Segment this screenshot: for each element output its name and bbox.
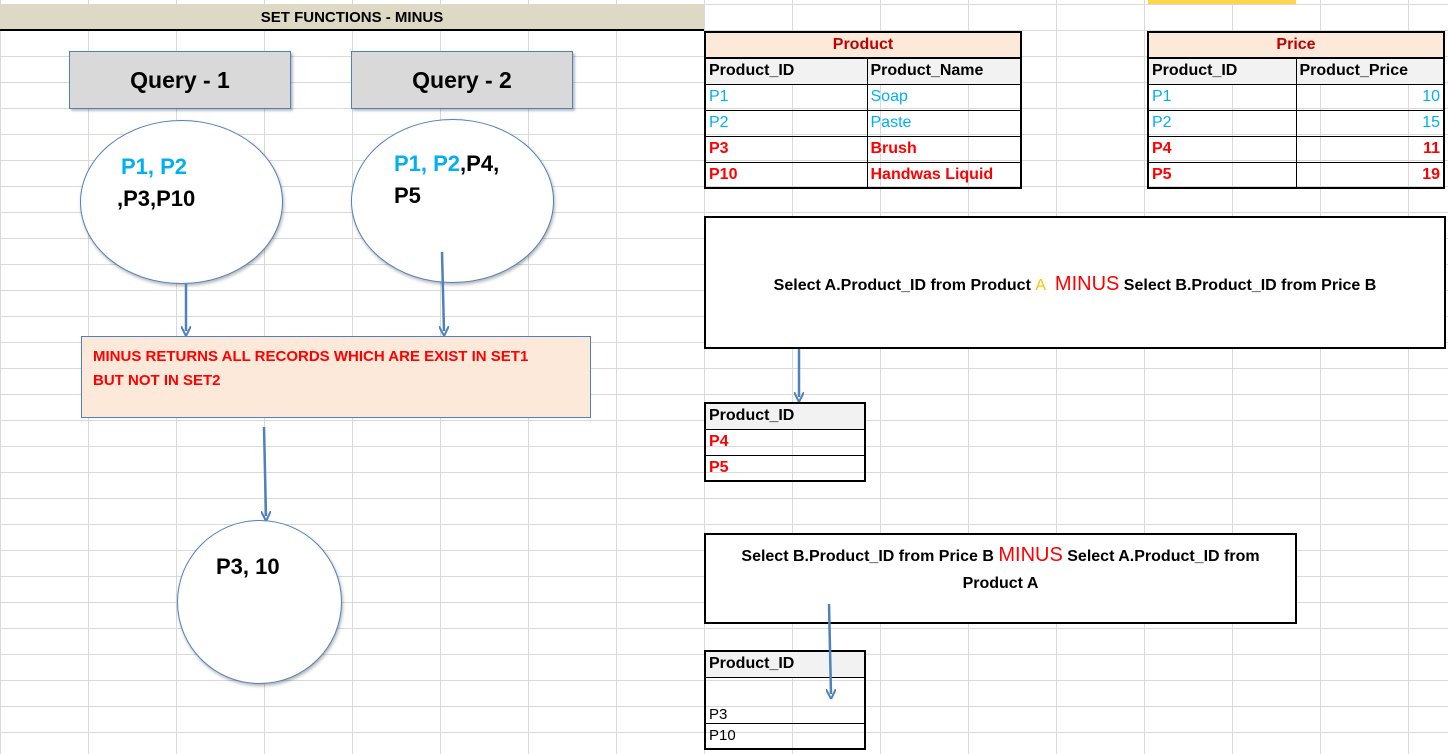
flow-arrows [0, 251, 1448, 754]
arrow-query2-result [829, 603, 831, 694]
arrow-set2-down [442, 251, 444, 331]
arrow-to-result [264, 426, 266, 516]
